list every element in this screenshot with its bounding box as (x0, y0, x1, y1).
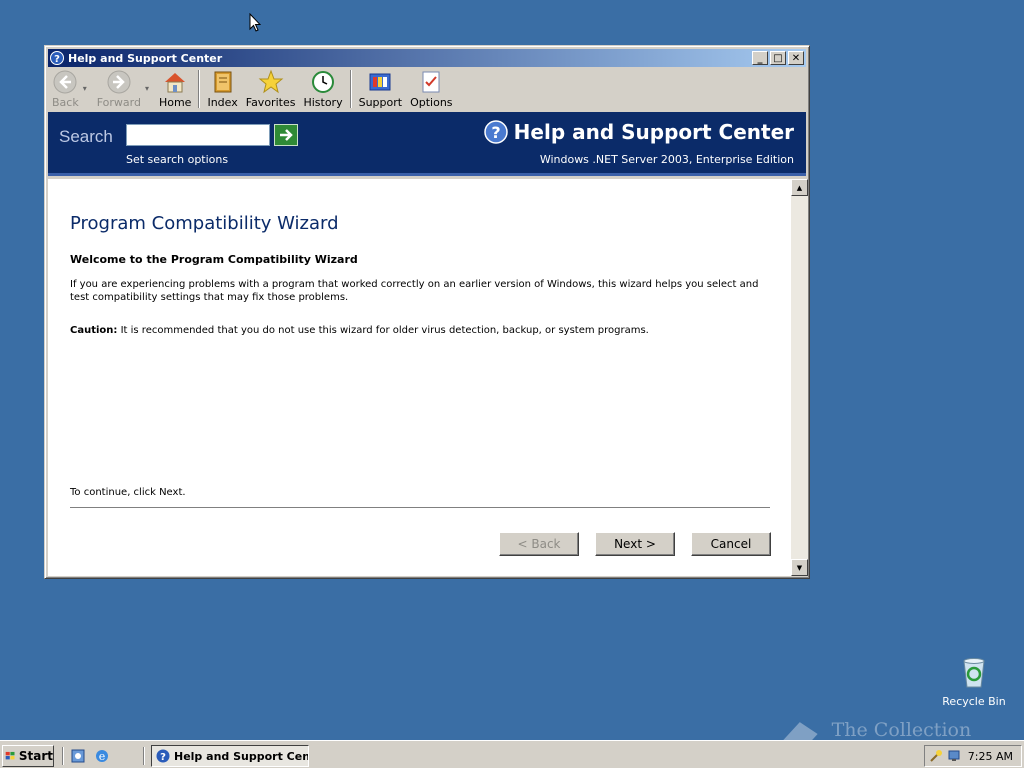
internet-explorer-icon[interactable]: e (94, 748, 110, 764)
forward-arrow-icon (107, 70, 131, 94)
mouse-cursor-icon (249, 13, 261, 32)
minimize-icon: _ (757, 52, 763, 64)
home-icon (165, 73, 186, 93)
support-icon (369, 73, 391, 91)
wizard-welcome-heading: Welcome to the Program Compatibility Wiz… (70, 253, 358, 266)
page-title: Program Compatibility Wizard (70, 213, 339, 234)
toolbar-index-button[interactable]: Index (203, 68, 241, 110)
toolbar-history-label: History (303, 96, 343, 109)
minimize-button[interactable]: _ (752, 51, 768, 65)
back-arrow-icon (53, 70, 77, 94)
svg-text:e: e (99, 750, 106, 763)
recycle-bin-icon (963, 658, 985, 688)
wizard-content: Program Compatibility Wizard Welcome to … (48, 179, 791, 576)
clock: 7:25 AM (967, 749, 1013, 763)
toolbar-back-button[interactable]: Back (48, 68, 83, 110)
search-go-button[interactable] (274, 124, 298, 146)
toolbar-support-button[interactable]: Support (355, 68, 406, 110)
star-icon (258, 69, 283, 94)
svg-text:?: ? (491, 123, 500, 142)
search-options-link[interactable]: Set search options (126, 153, 228, 166)
toolbar-favorites-button[interactable]: Favorites (242, 68, 300, 110)
tray-tools-icon[interactable] (929, 749, 943, 763)
help-icon: ? (156, 749, 170, 763)
toolbar-home-label: Home (158, 96, 192, 109)
toolbar-support-label: Support (358, 96, 403, 109)
help-icon: ? (483, 120, 508, 144)
window-title: Help and Support Center (68, 51, 223, 65)
system-tray: 7:25 AM (924, 745, 1022, 767)
wizard-caution: Caution: It is recommended that you do n… (70, 325, 649, 336)
forward-dropdown-icon[interactable]: ▾ (145, 84, 155, 93)
scroll-up-icon[interactable]: ▲ (791, 179, 808, 196)
toolbar-favorites-label: Favorites (245, 96, 296, 109)
toolbar-forward-button[interactable]: Forward (93, 68, 145, 110)
title-bar[interactable]: ? Help and Support Center _ □ ✕ (48, 49, 806, 67)
close-button[interactable]: ✕ (788, 51, 804, 65)
recycle-bin[interactable]: Recycle Bin (942, 655, 1006, 708)
taskbar-help-support-button[interactable]: ? Help and Support Cen... (151, 745, 309, 767)
vertical-scrollbar[interactable]: ▲ ▼ (791, 179, 808, 576)
toolbar-home-button[interactable]: Home (155, 68, 195, 110)
toolbar-back-label: Back (52, 96, 79, 109)
toolbar-index-label: Index (207, 96, 238, 109)
toolbar-separator (198, 70, 201, 108)
caution-label: Caution: (70, 325, 118, 336)
toolbar-history-button[interactable]: History (299, 68, 346, 110)
toolbar-options-label: Options (410, 96, 453, 109)
toolbar-separator (349, 70, 352, 108)
go-arrow-icon (280, 129, 293, 141)
search-banner: Search Set search options ? Help and Sup… (48, 112, 806, 176)
taskbar: Start e ? Help and Support Cen... 7:25 A… (0, 740, 1024, 768)
recycle-bin-label: Recycle Bin (942, 695, 1006, 708)
search-input[interactable] (126, 124, 270, 146)
back-dropdown-icon[interactable]: ▾ (83, 84, 93, 93)
history-clock-icon (312, 71, 335, 93)
windows-flag-icon (5, 751, 15, 760)
quicklaunch-separator (143, 747, 145, 765)
toolbar-options-button[interactable]: Options (406, 68, 456, 110)
hsc-header-title: ? Help and Support Center (483, 120, 794, 144)
maximize-button[interactable]: □ (770, 51, 786, 65)
help-support-window: ? Help and Support Center _ □ ✕ Back ▾ F… (44, 45, 810, 579)
svg-text:?: ? (54, 54, 60, 65)
search-label: Search (59, 127, 113, 146)
next-button[interactable]: Next > (595, 532, 675, 556)
tray-network-icon[interactable] (947, 749, 961, 763)
taskbar-task-label: Help and Support Cen... (174, 749, 309, 763)
toolbar: Back ▾ Forward ▾ Home Index Favorites Hi… (48, 68, 806, 110)
hsc-title-text: Help and Support Center (513, 120, 794, 144)
caution-text: It is recommended that you do not use th… (117, 325, 649, 336)
scroll-down-icon[interactable]: ▼ (791, 559, 808, 576)
cancel-button[interactable]: Cancel (691, 532, 771, 556)
toolbar-forward-label: Forward (96, 96, 141, 109)
start-label: Start (18, 749, 53, 763)
server-management-icon[interactable] (70, 748, 86, 764)
maximize-icon: □ (773, 52, 783, 64)
options-checklist-icon (422, 71, 440, 93)
continue-instruction: To continue, click Next. (70, 487, 186, 498)
help-icon: ? (50, 51, 64, 65)
wizard-description: If you are experiencing problems with a … (70, 279, 759, 303)
start-button[interactable]: Start (2, 745, 54, 767)
svg-text:?: ? (160, 752, 166, 763)
divider (70, 507, 770, 509)
index-book-icon (214, 71, 232, 93)
back-button[interactable]: < Back (499, 532, 579, 556)
close-icon: ✕ (791, 52, 801, 64)
quicklaunch-separator (62, 747, 64, 765)
edition-text: Windows .NET Server 2003, Enterprise Edi… (539, 153, 794, 166)
